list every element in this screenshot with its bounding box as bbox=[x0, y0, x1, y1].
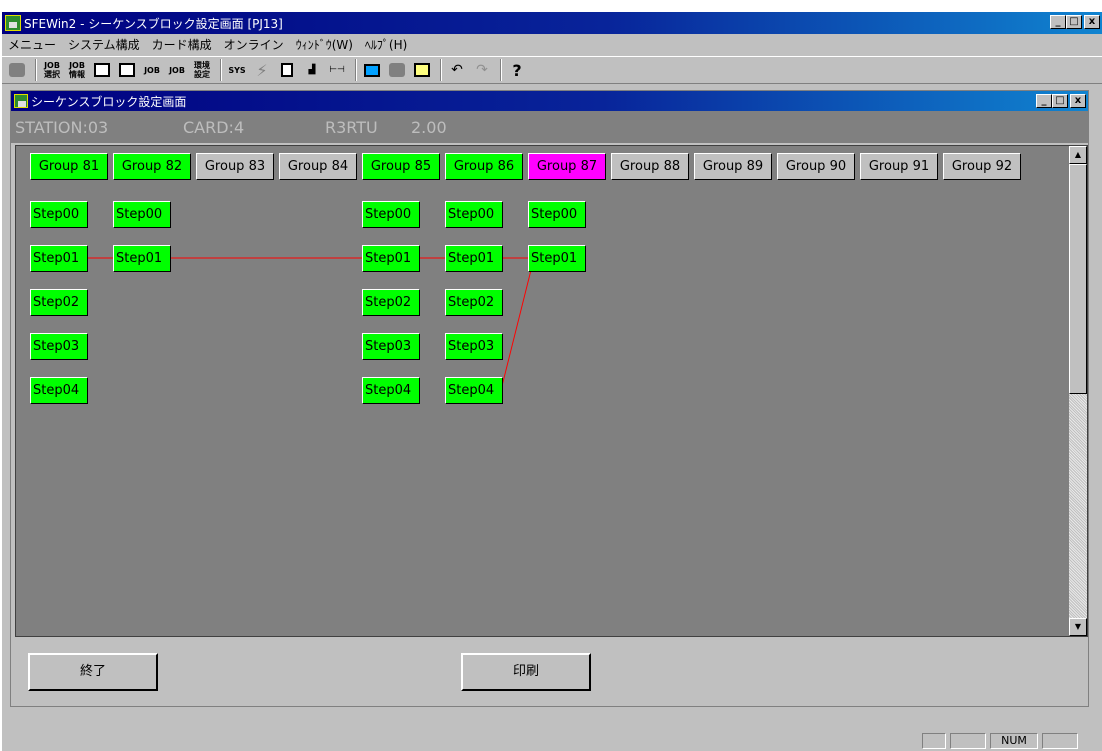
child-window-controls: _ □ x bbox=[1036, 94, 1086, 108]
app-titlebar[interactable]: SFEWin2 - シーケンスブロック設定画面 [PJ13] _ □ x bbox=[2, 12, 1102, 34]
toolbar-separator bbox=[220, 59, 222, 81]
menu-help[interactable]: ﾍﾙﾌﾟ(H) bbox=[359, 36, 413, 53]
group-button[interactable]: Group 92 bbox=[943, 153, 1021, 180]
scroll-up-button[interactable]: ▲ bbox=[1069, 146, 1087, 164]
sys-icon[interactable]: SYS bbox=[226, 59, 248, 81]
toolbar-separator bbox=[500, 59, 502, 81]
step-block[interactable]: Step03 bbox=[30, 333, 88, 360]
child-app-icon bbox=[14, 94, 28, 108]
toolbar-separator bbox=[355, 59, 357, 81]
model-label: R3RTU bbox=[325, 117, 378, 137]
info-bar: STATION:03 CARD:4 R3RTU 2.00 bbox=[11, 111, 1088, 143]
env-settings-icon[interactable]: 環境 設定 bbox=[191, 59, 213, 81]
group-button[interactable]: Group 87 bbox=[528, 153, 606, 180]
step-block[interactable]: Step00 bbox=[30, 201, 88, 228]
menu-system-config[interactable]: システム構成 bbox=[62, 36, 146, 53]
child-maximize-button[interactable]: □ bbox=[1052, 94, 1068, 108]
child-minimize-button[interactable]: _ bbox=[1036, 94, 1052, 108]
lightning-icon[interactable]: ⚡ bbox=[251, 59, 273, 81]
monitor-icon[interactable] bbox=[361, 59, 383, 81]
maximize-button[interactable]: □ bbox=[1066, 15, 1082, 29]
minimize-button[interactable]: _ bbox=[1050, 15, 1066, 29]
sequence-canvas: ▲ ▼ Group 81 Group 82 Group 83 Group 84 Grou… bbox=[15, 145, 1088, 637]
num-indicator: NUM bbox=[990, 733, 1038, 749]
status-panel bbox=[922, 733, 946, 749]
card-icon[interactable] bbox=[411, 59, 433, 81]
app-icon bbox=[5, 15, 21, 31]
group-button[interactable]: Group 84 bbox=[279, 153, 357, 180]
window-controls: _ □ x bbox=[1050, 15, 1100, 29]
step-block[interactable]: Step00 bbox=[362, 201, 420, 228]
step-block[interactable]: Step01 bbox=[362, 245, 420, 272]
app-title: SFEWin2 - シーケンスブロック設定画面 [PJ13] bbox=[24, 16, 283, 31]
list-icon[interactable] bbox=[116, 59, 138, 81]
group-button[interactable]: Group 91 bbox=[860, 153, 938, 180]
step-icon[interactable]: ▟ bbox=[301, 59, 323, 81]
print-button[interactable]: 印刷 bbox=[461, 653, 591, 691]
vertical-scrollbar[interactable]: ▲ ▼ bbox=[1069, 146, 1087, 636]
menu-card-config[interactable]: カード構成 bbox=[146, 36, 218, 53]
menu-main[interactable]: メニュー bbox=[2, 36, 62, 53]
stop-2-icon[interactable] bbox=[386, 59, 408, 81]
connection-line bbox=[500, 257, 535, 391]
hoh-icon[interactable]: ⊢⊣ bbox=[326, 59, 348, 81]
close-button[interactable]: x bbox=[1084, 15, 1100, 29]
step-block[interactable]: Step04 bbox=[30, 377, 88, 404]
step-block[interactable]: Step04 bbox=[362, 377, 420, 404]
version-label: 2.00 bbox=[411, 117, 447, 137]
group-button[interactable]: Group 88 bbox=[611, 153, 689, 180]
menu-online[interactable]: オンライン bbox=[218, 36, 290, 53]
exit-button[interactable]: 終了 bbox=[28, 653, 158, 691]
step-block[interactable]: Step01 bbox=[30, 245, 88, 272]
step-block[interactable]: Step00 bbox=[113, 201, 171, 228]
scroll-thumb[interactable] bbox=[1069, 164, 1087, 394]
stop-icon[interactable] bbox=[6, 59, 28, 81]
group-button[interactable]: Group 85 bbox=[362, 153, 440, 180]
child-titlebar[interactable]: シーケンスブロック設定画面 _ □ x bbox=[11, 91, 1088, 111]
grid-icon[interactable] bbox=[91, 59, 113, 81]
step-block[interactable]: Step01 bbox=[113, 245, 171, 272]
group-button[interactable]: Group 83 bbox=[196, 153, 274, 180]
group-button[interactable]: Group 81 bbox=[30, 153, 108, 180]
status-bar: NUM bbox=[2, 731, 1102, 751]
app-window: SFEWin2 - シーケンスブロック設定画面 [PJ13] _ □ x メニュ… bbox=[2, 12, 1102, 751]
child-title: シーケンスブロック設定画面 bbox=[31, 94, 187, 109]
step-block[interactable]: Step02 bbox=[30, 289, 88, 316]
status-panel bbox=[950, 733, 986, 749]
top-strip bbox=[0, 0, 1102, 12]
toolbar-separator bbox=[35, 59, 37, 81]
child-close-button[interactable]: x bbox=[1070, 94, 1086, 108]
step-block[interactable]: Step00 bbox=[445, 201, 503, 228]
group-button[interactable]: Group 82 bbox=[113, 153, 191, 180]
group-button[interactable]: Group 89 bbox=[694, 153, 772, 180]
step-block[interactable]: Step00 bbox=[528, 201, 586, 228]
menu-bar: メニュー システム構成 カード構成 オンライン ｳｨﾝﾄﾞｳ(W) ﾍﾙﾌﾟ(H… bbox=[2, 34, 1102, 54]
toolbar: JOB 選択 JOB 情報 JOB JOB 環境 設定 SYS ⚡ ▟ ⊢⊣ ↶… bbox=[2, 56, 1102, 84]
toolbar-separator bbox=[440, 59, 442, 81]
job-2-icon[interactable]: JOB bbox=[166, 59, 188, 81]
job-select-icon[interactable]: JOB 選択 bbox=[41, 59, 63, 81]
status-panel bbox=[1042, 733, 1078, 749]
step-block[interactable]: Step02 bbox=[362, 289, 420, 316]
step-block[interactable]: Step02 bbox=[445, 289, 503, 316]
card-label: CARD:4 bbox=[183, 117, 245, 137]
step-block[interactable]: Step03 bbox=[445, 333, 503, 360]
menu-window[interactable]: ｳｨﾝﾄﾞｳ(W) bbox=[290, 36, 359, 53]
step-block[interactable]: Step01 bbox=[445, 245, 503, 272]
scroll-down-button[interactable]: ▼ bbox=[1069, 618, 1087, 636]
help-icon[interactable]: ? bbox=[506, 59, 528, 81]
job-1-icon[interactable]: JOB bbox=[141, 59, 163, 81]
redo-icon[interactable]: ↷ bbox=[471, 59, 493, 81]
sequence-block-window: シーケンスブロック設定画面 _ □ x STATION:03 CARD:4 R3… bbox=[10, 90, 1089, 707]
group-button[interactable]: Group 86 bbox=[445, 153, 523, 180]
job-info-icon[interactable]: JOB 情報 bbox=[66, 59, 88, 81]
step-block[interactable]: Step04 bbox=[445, 377, 503, 404]
undo-icon[interactable]: ↶ bbox=[446, 59, 468, 81]
station-label: STATION:03 bbox=[15, 117, 109, 137]
document-icon[interactable] bbox=[276, 59, 298, 81]
step-block[interactable]: Step01 bbox=[528, 245, 586, 272]
step-block[interactable]: Step03 bbox=[362, 333, 420, 360]
group-button[interactable]: Group 90 bbox=[777, 153, 855, 180]
